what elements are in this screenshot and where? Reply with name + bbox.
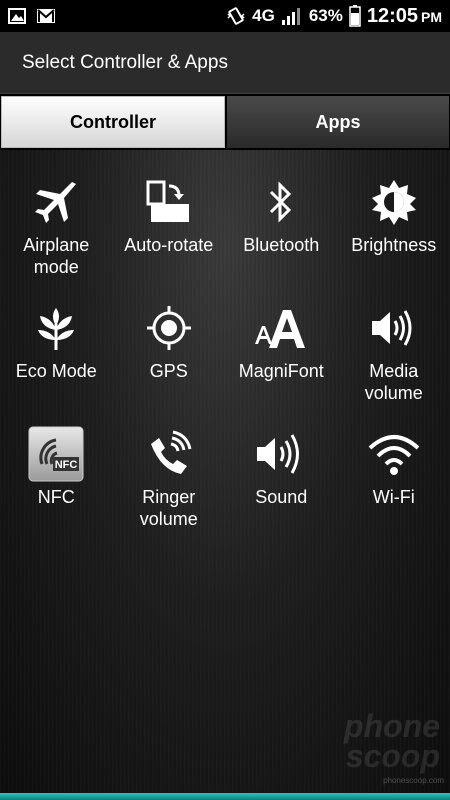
- toggle-label: Wi-Fi: [372, 487, 415, 507]
- gallery-icon: [8, 8, 26, 24]
- toggle-bluetooth[interactable]: Bluetooth: [225, 172, 338, 292]
- toggle-airplane-mode[interactable]: Airplane mode: [0, 172, 113, 292]
- toggle-label: Eco Mode: [15, 361, 97, 381]
- toggle-label: MagniFont: [238, 361, 324, 381]
- brightness-icon: [364, 172, 424, 232]
- tab-controller[interactable]: Controller: [1, 96, 225, 148]
- watermark-line2: scoop: [345, 738, 440, 774]
- tab-apps[interactable]: Apps: [227, 96, 449, 148]
- airplane-icon: [26, 172, 86, 232]
- bottom-accent-strip: [0, 793, 450, 800]
- battery-icon: [349, 5, 361, 27]
- toggle-magnifont[interactable]: MagniFont: [225, 298, 338, 418]
- auto-rotate-icon: [139, 172, 199, 232]
- toggle-media-volume[interactable]: Media volume: [338, 298, 450, 418]
- toggle-wifi[interactable]: Wi-Fi: [338, 424, 450, 544]
- toggle-label: Auto-rotate: [124, 235, 214, 255]
- status-bar: 4G 63% 12:05 PM: [0, 0, 450, 32]
- toggle-brightness[interactable]: Brightness: [338, 172, 450, 292]
- watermark-logo: phone scoop: [344, 708, 440, 774]
- toggle-label: NFC: [37, 487, 75, 507]
- toggle-label: Media volume: [364, 361, 423, 403]
- signal-icon: [281, 8, 300, 25]
- toggle-grid: Airplane mode Auto-rotate Bluetooth Brig…: [0, 172, 450, 544]
- clock-ampm: PM: [421, 8, 442, 25]
- watermark-url: phonescoop.com: [383, 776, 444, 785]
- toggle-label: Airplane mode: [23, 235, 90, 277]
- media-volume-icon: [364, 298, 424, 358]
- vibrate-icon: [227, 7, 245, 25]
- nfc-icon: NFC: [26, 424, 86, 484]
- ringer-icon: [139, 424, 199, 484]
- watermark-line1: phone: [344, 708, 440, 744]
- toggle-eco-mode[interactable]: Eco Mode: [0, 298, 113, 418]
- toggle-gps[interactable]: GPS: [113, 298, 226, 418]
- title-bar: Select Controller & Apps: [0, 32, 450, 94]
- controller-panel: Airplane mode Auto-rotate Bluetooth Brig…: [0, 150, 450, 793]
- gps-icon: [139, 298, 199, 358]
- network-type: 4G: [252, 6, 275, 25]
- bluetooth-icon: [251, 172, 311, 232]
- clock: 12:05 PM: [367, 5, 442, 28]
- clock-time: 12:05: [366, 4, 418, 27]
- battery-percent: 63%: [308, 6, 343, 25]
- tab-bar: Controller Apps: [0, 94, 450, 150]
- toggle-auto-rotate[interactable]: Auto-rotate: [113, 172, 226, 292]
- toggle-sound[interactable]: Sound: [225, 424, 338, 544]
- sound-icon: [251, 424, 311, 484]
- toggle-label: Sound: [255, 487, 308, 507]
- toggle-nfc[interactable]: NFC NFC: [0, 424, 113, 544]
- svg-text:NFC: NFC: [55, 459, 78, 471]
- wifi-icon: [364, 424, 424, 484]
- toggle-label: GPS: [149, 361, 188, 381]
- toggle-ringer-volume[interactable]: Ringer volume: [113, 424, 226, 544]
- gmail-icon: [37, 9, 55, 23]
- toggle-label: Ringer volume: [139, 487, 198, 529]
- toggle-label: Bluetooth: [243, 235, 320, 255]
- eco-leaf-icon: [26, 298, 86, 358]
- page-title: Select Controller & Apps: [22, 51, 228, 73]
- toggle-label: Brightness: [351, 235, 437, 255]
- magnifont-icon: [251, 298, 311, 358]
